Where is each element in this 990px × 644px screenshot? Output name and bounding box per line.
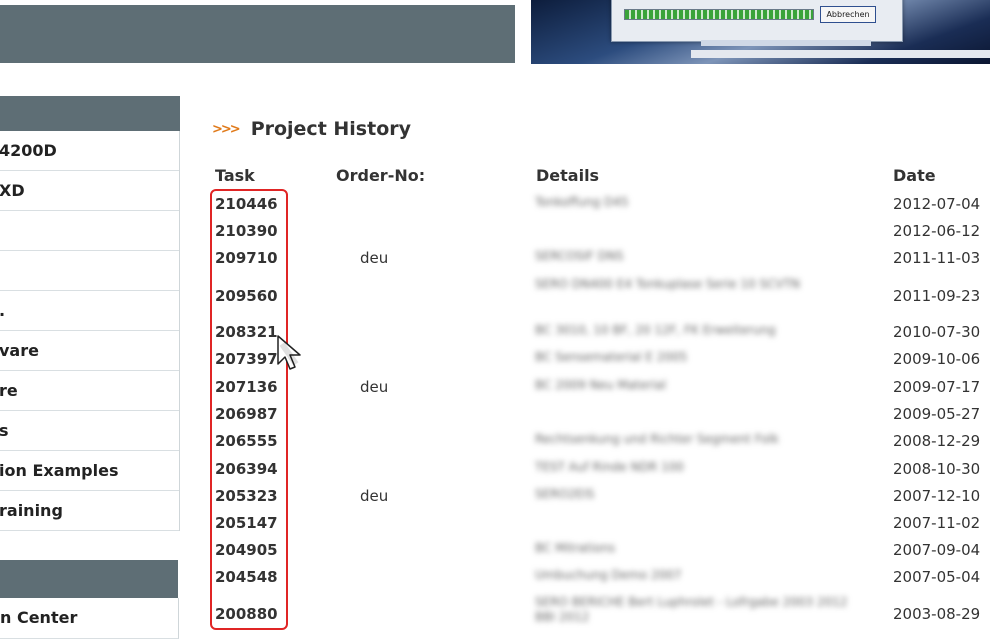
top-header-band bbox=[0, 5, 515, 63]
hero-taskbar bbox=[691, 50, 990, 58]
task-details: SERO DN400 E4 Tonkuplase Serie 10 SCVTN bbox=[535, 277, 801, 291]
progress-bar bbox=[624, 9, 814, 20]
task-date: 2003-08-29 bbox=[893, 605, 981, 623]
sidebar-item[interactable]: vare bbox=[0, 331, 179, 371]
sidebar-item[interactable]: raining bbox=[0, 491, 179, 531]
order-number: deu bbox=[360, 249, 389, 267]
sidebar-item[interactable]: . bbox=[0, 291, 179, 331]
hero-strip bbox=[701, 40, 871, 46]
sidebar-header-secondary bbox=[0, 560, 178, 598]
task-details: BC Sensematerial E 2005 bbox=[535, 350, 688, 364]
task-details: BC 2009 Neu Material bbox=[535, 378, 667, 392]
task-date: 2008-10-30 bbox=[893, 460, 981, 478]
sidebar-item[interactable] bbox=[0, 251, 179, 291]
sidebar-header bbox=[0, 96, 180, 131]
task-date: 2007-11-02 bbox=[893, 514, 981, 532]
mouse-pointer-icon bbox=[277, 335, 301, 370]
progress-dialog: Abbrechen bbox=[611, 0, 903, 42]
task-date: 2007-09-04 bbox=[893, 541, 981, 559]
sidebar-item[interactable]: s bbox=[0, 411, 179, 451]
sidebar-item[interactable]: ion Examples bbox=[0, 451, 179, 491]
section-title: >>> Project History bbox=[212, 118, 411, 140]
hero-side-text bbox=[911, 4, 981, 32]
column-header-date: Date bbox=[893, 166, 936, 185]
sidebar-item[interactable] bbox=[0, 211, 179, 251]
sidebar-menu: 4200D XD . vare re s ion Examples rainin… bbox=[0, 131, 180, 531]
task-date: 2011-11-03 bbox=[893, 249, 981, 267]
task-details: Rechtsenkung und Richter Segment Folk bbox=[535, 432, 779, 446]
sidebar: 4200D XD . vare re s ion Examples rainin… bbox=[0, 96, 180, 531]
order-number: deu bbox=[360, 487, 389, 505]
sidebar-item[interactable]: XD bbox=[0, 171, 179, 211]
sidebar-item[interactable]: re bbox=[0, 371, 179, 411]
task-details: SERO2EIS bbox=[535, 487, 595, 501]
task-date: 2009-07-17 bbox=[893, 378, 981, 396]
task-date: 2007-12-10 bbox=[893, 487, 981, 505]
task-date: 2007-05-04 bbox=[893, 568, 981, 586]
task-date: 2010-07-30 bbox=[893, 323, 981, 341]
task-details: TEST Auf Rinde NDR 100 bbox=[535, 460, 684, 474]
order-number: deu bbox=[360, 378, 389, 396]
task-date: 2009-10-06 bbox=[893, 350, 981, 368]
column-header-task: Task bbox=[215, 166, 255, 185]
task-date: 2012-06-12 bbox=[893, 222, 981, 240]
task-details: SERO BERICHE Bert Luphrolet - Lofrgabe 2… bbox=[535, 595, 848, 624]
task-details: BC Mitrations bbox=[535, 541, 616, 555]
task-details: Umbuchung Demo 2007 bbox=[535, 568, 682, 582]
cancel-button: Abbrechen bbox=[820, 6, 876, 23]
sidebar-item-center[interactable]: n Center bbox=[0, 598, 179, 639]
column-header-order: Order-No: bbox=[336, 166, 426, 185]
page-title: Project History bbox=[250, 118, 412, 140]
task-date: 2009-05-27 bbox=[893, 405, 981, 423]
task-date: 2012-07-04 bbox=[893, 195, 981, 213]
task-date: 2008-12-29 bbox=[893, 432, 981, 450]
task-details: BC 3010, 10 BF, 20 12F, FK Erweiterung bbox=[535, 323, 776, 337]
task-date: 2011-09-23 bbox=[893, 287, 981, 305]
task-details: SERCOSIF DNS bbox=[535, 249, 624, 263]
double-chevron-icon: >>> bbox=[212, 122, 241, 137]
sidebar-item[interactable]: 4200D bbox=[0, 131, 179, 171]
task-column-highlight bbox=[210, 189, 288, 630]
hero-screenshot-image: Abbrechen bbox=[531, 0, 990, 64]
column-header-details: Details bbox=[536, 166, 600, 185]
task-details: Tonkoffung D45 bbox=[535, 195, 629, 209]
